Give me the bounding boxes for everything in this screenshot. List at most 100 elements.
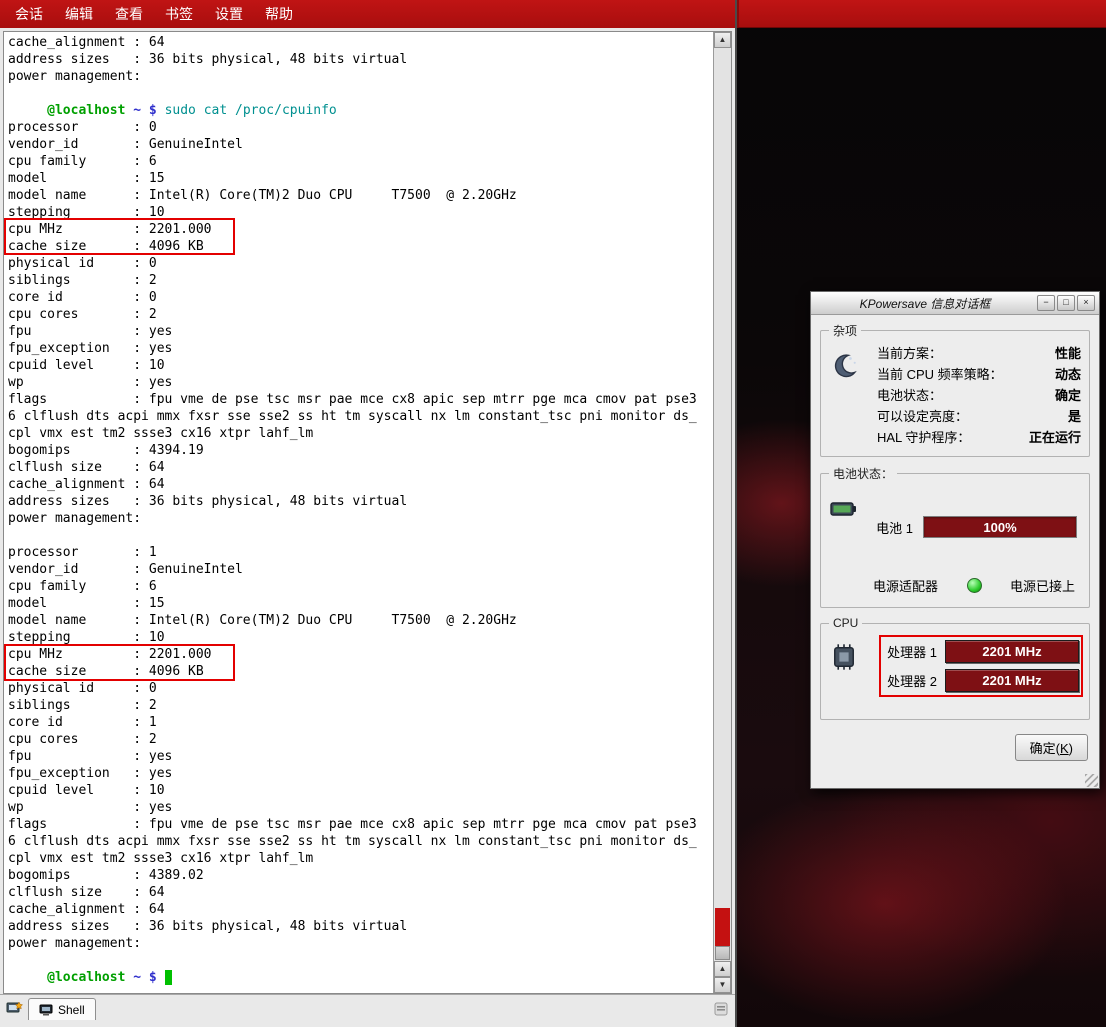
info-label: 当前方案： [877,343,942,364]
misc-rows: 当前方案： 性能当前 CPU 频率策略：动态电池状态： 确定可以设定亮度：是HAL … [877,343,1081,448]
terminal-line: core id : 1 [8,714,713,731]
terminal-line: cpu MHz : 2201.000 [8,221,713,238]
scroll-down-button[interactable]: ▼ [714,977,731,993]
resize-grip[interactable] [1085,774,1098,787]
maximize-button[interactable]: □ [1057,295,1075,311]
battery-row: 电池 1 100% [869,516,1077,538]
tab-shell[interactable]: Shell [28,998,96,1020]
terminal-line: siblings : 2 [8,697,713,714]
info-row: HAL 守护程序： 正在运行 [877,427,1081,448]
menu-help[interactable]: 帮助 [254,0,304,29]
scroll-step-up-button[interactable]: ▲ [714,961,731,977]
terminal-line: power management: [8,935,713,952]
scroll-up-icon: ▲ [719,964,727,973]
menu-view[interactable]: 查看 [104,0,154,29]
terminal-line: processor : 0 [8,119,713,136]
dialog-title: KPowersave 信息对话框 [815,295,1035,312]
cpu-icon [829,642,859,672]
kpowersave-icon [829,351,859,381]
new-session-button[interactable] [3,998,25,1019]
misc-group: 杂项 当前方案： 性能当前 CPU 频率策略：动态电池状态： 确定可以设定亮度：是H… [820,322,1090,457]
ac-adapter-row: 电源适配器 电源已接上 [873,576,1075,595]
info-row: 电池状态： 确定 [877,385,1081,406]
menu-bookmarks[interactable]: 书签 [154,0,204,29]
terminal-line: model : 15 [8,595,713,612]
terminal-line [8,527,713,544]
terminal-line: cpl vmx est tm2 ssse3 cx16 xtpr lahf_lm [8,850,713,867]
terminal-line: @localhost ~ $ [8,969,713,986]
terminal-line: address sizes : 36 bits physical, 48 bit… [8,918,713,935]
ac-adapter-label: 电源适配器 [873,576,938,595]
terminal-line: processor : 1 [8,544,713,561]
info-value: 正在运行 [1029,427,1081,448]
terminal-line: wp : yes [8,799,713,816]
terminal-line: 6 clflush dts acpi mmx fxsr sse sse2 ss … [8,408,713,425]
battery-group-legend: 电池状态： [829,465,897,482]
minimize-button[interactable]: − [1037,295,1055,311]
terminal-line: vendor_id : GenuineIntel [8,136,713,153]
terminal-line: fpu : yes [8,323,713,340]
desktop-screen: 会话编辑查看书签设置帮助 cache_alignment : 64address… [0,0,1106,1027]
terminal-line: siblings : 2 [8,272,713,289]
scroll-thumb[interactable] [715,946,730,960]
terminal-output[interactable]: cache_alignment : 64address sizes : 36 b… [4,32,713,993]
battery-icon [829,494,859,524]
terminal-line: core id : 0 [8,289,713,306]
menu-edit[interactable]: 编辑 [54,0,104,29]
terminal-line: @localhost ~ $ sudo cat /proc/cpuinfo [8,102,713,119]
info-value: 性能 [1055,343,1081,364]
terminal-line: cache size : 4096 KB [8,238,713,255]
dialog-button-row: 确定(K) [820,728,1090,767]
info-row: 可以设定亮度：是 [877,406,1081,427]
terminal-scrollbar[interactable]: ▲ ▲ ▼ [713,32,731,993]
close-button[interactable]: × [1077,295,1095,311]
terminal-line: vendor_id : GenuineIntel [8,561,713,578]
cpu-rows: 处理器 12201 MHz处理器 22201 MHz [887,640,1079,692]
terminal-line: flags : fpu vme de pse tsc msr pae mce c… [8,816,713,833]
kpowersave-dialog: KPowersave 信息对话框 − □ × 杂项 当前方案： 性能当前 CPU … [810,291,1100,789]
cpu-rows-wrap: 处理器 12201 MHz处理器 22201 MHz [887,640,1079,692]
info-value: 确定 [1055,385,1081,406]
ok-button[interactable]: 确定(K) [1015,734,1088,761]
terminal-line: cpuid level : 10 [8,782,713,799]
terminal-line: bogomips : 4394.19 [8,442,713,459]
maximize-icon: □ [1063,297,1068,307]
terminal-line: fpu_exception : yes [8,340,713,357]
info-label: 电池状态： [877,385,942,406]
session-list-button[interactable] [710,998,732,1019]
shell-tab-icon [39,1004,53,1016]
battery-label: 电池 1 [876,518,913,537]
scroll-down-icon: ▼ [719,980,727,989]
cpu-frequency-bar: 2201 MHz [945,640,1079,663]
terminal-line: cache_alignment : 64 [8,901,713,918]
terminal-line: cpu cores : 2 [8,731,713,748]
terminal-line: clflush size : 64 [8,884,713,901]
terminal-line: wp : yes [8,374,713,391]
konsole-window: 会话编辑查看书签设置帮助 cache_alignment : 64address… [0,0,737,1027]
terminal-line: cache_alignment : 64 [8,476,713,493]
terminal-line: cpu MHz : 2201.000 [8,646,713,663]
scroll-up-button[interactable]: ▲ [714,32,731,48]
terminal-line: address sizes : 36 bits physical, 48 bit… [8,493,713,510]
info-row: 当前 CPU 频率策略：动态 [877,364,1081,385]
info-label: HAL 守护程序： [877,427,970,448]
terminal-line: cpu cores : 2 [8,306,713,323]
terminal-line: model : 15 [8,170,713,187]
terminal-line: model name : Intel(R) Core(TM)2 Duo CPU … [8,612,713,629]
cpu-group-legend: CPU [829,616,862,630]
terminal-line [8,85,713,102]
terminal-line: cpl vmx est tm2 ssse3 cx16 xtpr lahf_lm [8,425,713,442]
terminal-line: physical id : 0 [8,680,713,697]
processor-label: 处理器 1 [887,642,937,661]
terminal-line: stepping : 10 [8,204,713,221]
dialog-titlebar[interactable]: KPowersave 信息对话框 − □ × [811,292,1099,315]
menu-session[interactable]: 会话 [4,0,54,29]
menu-settings[interactable]: 设置 [204,0,254,29]
menu-bar: 会话编辑查看书签设置帮助 [0,0,735,28]
misc-group-legend: 杂项 [829,322,861,339]
terminal-line: cpu family : 6 [8,578,713,595]
terminal-line: flags : fpu vme de pse tsc msr pae mce c… [8,391,713,408]
terminal-line: stepping : 10 [8,629,713,646]
info-row: 当前方案： 性能 [877,343,1081,364]
new-session-icon [6,1001,23,1016]
